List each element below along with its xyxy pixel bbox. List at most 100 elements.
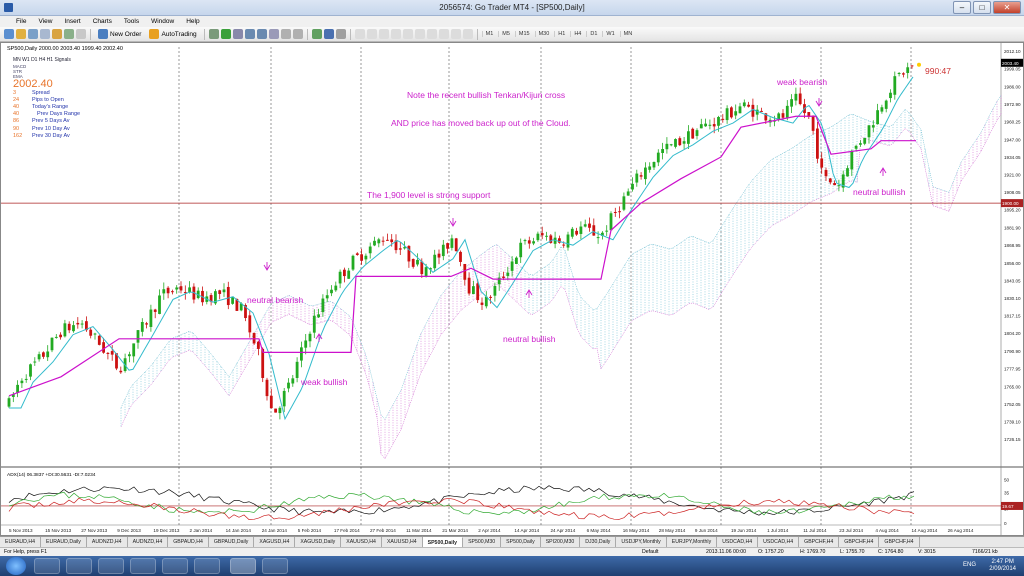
fibonacci-icon[interactable] [426,29,437,39]
candle-body [97,335,101,345]
chart-tab[interactable]: XAUUSD,H4 [341,537,382,547]
menu-help[interactable]: Help [186,18,199,25]
candle-body [153,309,157,312]
chart-tab[interactable]: USDCAD,H4 [758,537,800,547]
tile-windows-icon[interactable] [268,29,279,39]
new-chart-icon[interactable] [4,29,14,39]
autotrading-button[interactable]: AutoTrading [146,29,199,39]
candle-body [424,267,428,277]
chart-window[interactable]: 2012.10 1999.05 1986.00 1972.90 1960.25 1947.… [0,42,1024,536]
crosshair-icon[interactable] [366,29,377,39]
autoscroll-icon[interactable] [292,29,303,39]
candle-body [695,130,699,136]
terminal-icon[interactable] [64,29,74,39]
new-order-button[interactable]: New Order [95,29,144,39]
chart-tab[interactable]: EURJPY,Monthly [667,537,718,547]
candle-body [110,351,114,355]
candle-body [656,152,660,163]
channel-icon[interactable] [414,29,425,39]
arrows-icon[interactable] [462,29,473,39]
navigator-icon[interactable] [52,29,62,39]
close-button[interactable]: ✕ [993,1,1021,14]
menu-view[interactable]: View [38,18,52,25]
chart-tab[interactable]: AUDNZD,H4 [87,537,128,547]
timeframe-w1-button[interactable]: W1 [602,31,617,37]
status-volume: V: 3015 [918,549,936,555]
chart-tab[interactable]: SP500,Daily [501,537,541,547]
minimize-button[interactable]: – [953,1,971,14]
line-chart-icon[interactable] [232,29,243,39]
label-tool-icon[interactable] [450,29,461,39]
app-taskbar-icon[interactable] [130,558,156,574]
chart-shift-icon[interactable] [280,29,291,39]
vertical-line-icon[interactable] [378,29,389,39]
explorer-taskbar-icon[interactable] [66,558,92,574]
zoom-out-icon[interactable] [256,29,267,39]
candle-body [29,364,32,377]
menu-window[interactable]: Window [151,18,174,25]
chart-tab[interactable]: EURAUD,H4 [0,537,41,547]
chart-tab[interactable]: SP500,M30 [463,537,502,547]
app-taskbar-icon[interactable] [262,558,288,574]
timeframe-m1-button[interactable]: M1 [481,31,497,37]
chart-tab[interactable]: USDCAD,H4 [717,537,759,547]
indicators-icon[interactable] [311,29,322,39]
chart-tab[interactable]: USDJPY,Monthly [616,537,667,547]
chart-tab[interactable]: XAGUSD,Daily [295,537,342,547]
market-watch-icon[interactable] [28,29,38,39]
candle-body [373,240,376,246]
mt4-taskbar-icon[interactable] [230,558,256,574]
trendline-icon[interactable] [402,29,413,39]
timeframe-mn-button[interactable]: MN [619,31,636,37]
candle-body [446,243,449,249]
signals-row: 40 Today's Range [13,104,93,111]
chart-tab[interactable]: GBPAUD,H4 [168,537,209,547]
menu-charts[interactable]: Charts [93,18,112,25]
chart-tab[interactable]: AUDNZD,H4 [128,537,169,547]
timeframe-m5-button[interactable]: M5 [498,31,513,37]
bar-chart-icon[interactable] [208,29,219,39]
cursor-icon[interactable] [354,29,365,39]
candle-body [441,244,445,257]
chart-tab[interactable]: GBPCHF,H4 [799,537,840,547]
start-button[interactable] [6,557,26,575]
text-tool-icon[interactable] [438,29,449,39]
chart-canvas[interactable]: 2012.10 1999.05 1986.00 1972.90 1960.25 1947.… [1,43,1023,535]
chart-tab[interactable]: XAGUSD,H4 [254,537,296,547]
status-time: 2013.11.06 00:00 [706,549,746,555]
tester-icon[interactable] [76,29,86,39]
candle-body [252,332,256,344]
app-taskbar-icon[interactable] [162,558,188,574]
chart-tab[interactable]: GBPAUD,Daily [209,537,255,547]
menu-file[interactable]: File [16,18,26,25]
zoom-in-icon[interactable] [244,29,255,39]
chart-tab[interactable]: SPI200,M30 [541,537,581,547]
tray-lang[interactable]: ENG [963,562,976,568]
timeframe-d1-button[interactable]: D1 [586,31,600,37]
menu-insert[interactable]: Insert [64,18,80,25]
templates-icon[interactable] [335,29,346,39]
chart-tab[interactable]: XAUUSD,H4 [382,537,423,547]
taskbar-clock[interactable]: 2:47 PM 2/09/2014 [989,559,1016,573]
chart-tab[interactable]: GBPCHF,H4 [839,537,880,547]
periods-icon[interactable] [323,29,334,39]
timeframe-h4-button[interactable]: H4 [570,31,584,37]
chart-tab[interactable]: EURAUD,Daily [41,537,87,547]
app-taskbar-icon[interactable] [194,558,220,574]
chrome-taskbar-icon[interactable] [98,558,124,574]
timeframe-h1-button[interactable]: H1 [554,31,568,37]
maximize-button[interactable]: □ [973,1,991,14]
ie-taskbar-icon[interactable] [34,558,60,574]
timeframe-m15-button[interactable]: M15 [514,31,533,37]
candlestick-icon[interactable] [220,29,231,39]
chart-tab[interactable]: DJ30,Daily [580,537,617,547]
chart-tab[interactable]: GBPCHF,H4 [879,537,920,547]
chart-tab[interactable]: SP500,Daily [422,537,464,547]
candle-body [738,106,742,114]
timeframe-m30-button[interactable]: M30 [534,31,553,37]
horizontal-line-icon[interactable] [390,29,401,39]
data-window-icon[interactable] [40,29,50,39]
candle-body [381,240,385,242]
profiles-icon[interactable] [16,29,26,39]
menu-tools[interactable]: Tools [124,18,139,25]
